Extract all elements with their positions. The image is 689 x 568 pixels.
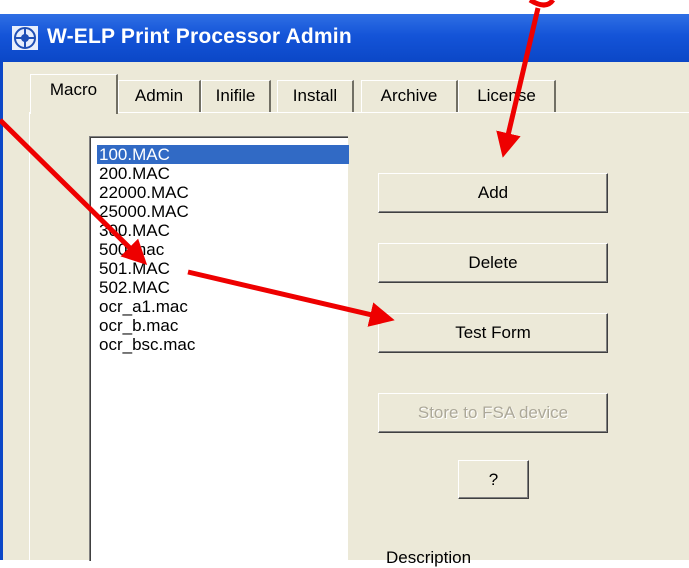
annotation-hook xyxy=(528,0,556,8)
arrow-to-test-form xyxy=(187,269,395,327)
arrow-to-list-item xyxy=(0,118,148,266)
app-window: W-ELP Print Processor Admin Macro Admin … xyxy=(0,0,689,567)
tab-macro[interactable]: Macro xyxy=(30,74,118,114)
arrow-to-add xyxy=(496,7,541,158)
